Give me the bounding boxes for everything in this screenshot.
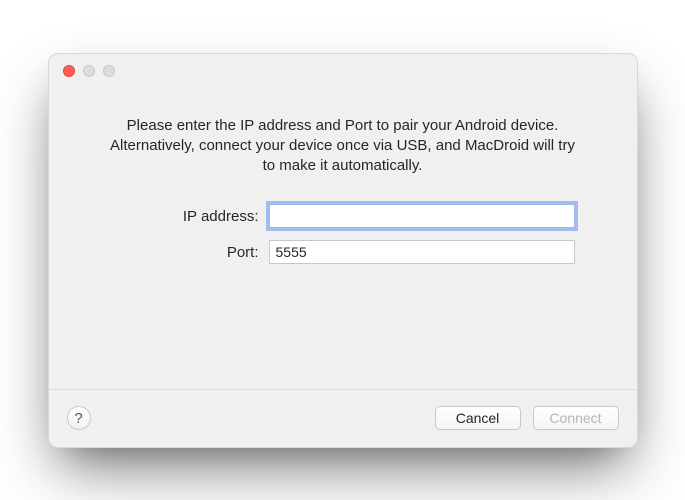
dialog-window: Please enter the IP address and Port to … bbox=[48, 53, 638, 448]
minimize-icon bbox=[83, 65, 95, 77]
port-label: Port: bbox=[99, 244, 269, 261]
titlebar bbox=[49, 54, 637, 88]
close-icon[interactable] bbox=[63, 65, 75, 77]
maximize-icon bbox=[103, 65, 115, 77]
ip-row: IP address: bbox=[99, 204, 575, 228]
pairing-form: IP address: Port: bbox=[89, 204, 597, 264]
help-icon: ? bbox=[74, 410, 82, 427]
cancel-button[interactable]: Cancel bbox=[435, 406, 521, 430]
port-input[interactable] bbox=[269, 240, 575, 264]
ip-address-label: IP address: bbox=[99, 208, 269, 225]
footer-buttons: Cancel Connect bbox=[435, 406, 619, 430]
ip-address-input[interactable] bbox=[269, 204, 575, 228]
help-button[interactable]: ? bbox=[67, 406, 91, 430]
dialog-footer: ? Cancel Connect bbox=[49, 389, 637, 447]
port-row: Port: bbox=[99, 240, 575, 264]
dialog-content: Please enter the IP address and Port to … bbox=[49, 88, 637, 389]
connect-button: Connect bbox=[533, 406, 619, 430]
instruction-text: Please enter the IP address and Port to … bbox=[89, 116, 597, 205]
